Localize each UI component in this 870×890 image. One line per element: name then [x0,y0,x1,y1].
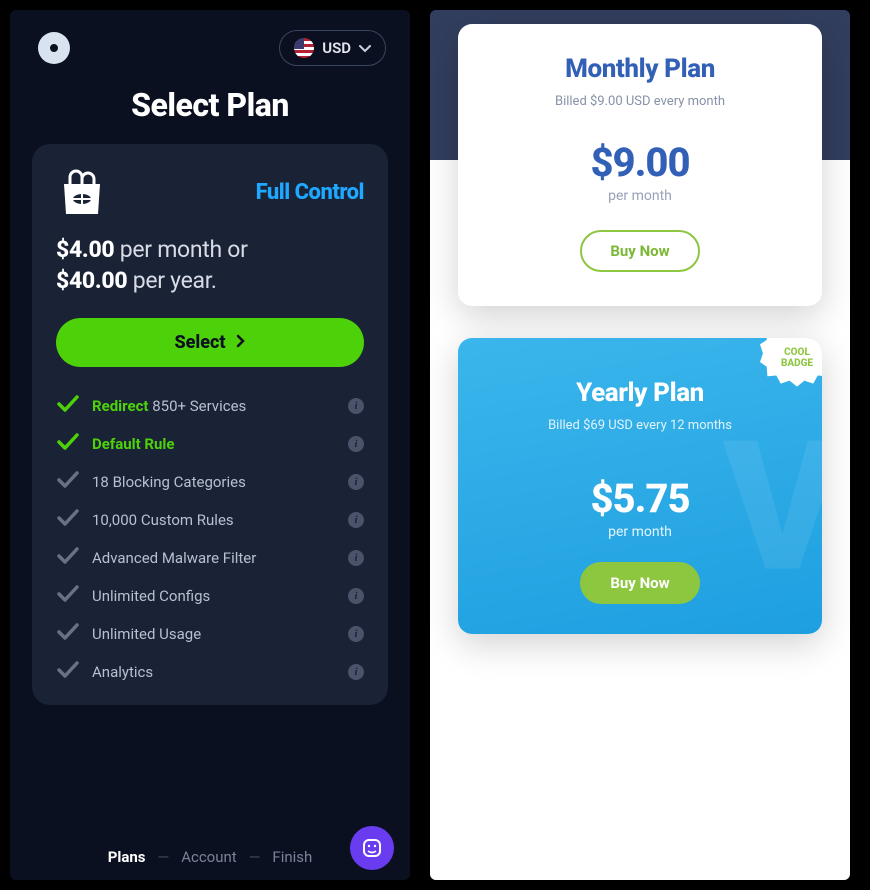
yearly-title: Yearly Plan [482,378,798,408]
features-list: Redirect 850+ ServicesiDefault Rulei18 B… [56,387,364,691]
feature-text: 18 Blocking Categories [92,473,336,491]
per-month-text: per month or [120,236,248,263]
info-icon[interactable]: i [348,550,364,566]
monthly-subtitle: Billed $9.00 USD every month [482,94,798,109]
check-icon [56,394,80,418]
shopping-bag-icon [56,168,108,216]
feature-row: Redirect 850+ Services i [56,387,364,425]
feature-row: Analytics i [56,653,364,691]
check-icon [56,508,80,532]
feature-text: Analytics [92,663,336,681]
info-icon[interactable]: i [348,512,364,528]
check-icon [56,546,80,570]
select-plan-button[interactable]: Select [56,318,364,367]
feature-row: Advanced Malware Filter i [56,539,364,577]
feature-row: Unlimited Usage i [56,615,364,653]
feature-row: 10,000 Custom Rules i [56,501,364,539]
app-logo [34,28,74,68]
plan-selector-panel: USD Select Plan Full Control $4.00 [10,10,410,880]
step-plans[interactable]: Plans [108,848,146,866]
yearly-price: $5.75 [482,475,798,522]
feature-text: Redirect 850+ Services [92,397,336,415]
info-icon[interactable]: i [348,664,364,680]
info-icon[interactable]: i [348,588,364,604]
plan-card: Full Control $4.00 per month or $40.00 p… [32,144,388,705]
feature-row: 18 Blocking Categories i [56,463,364,501]
currency-label: USD [322,39,351,57]
check-icon [56,432,80,456]
feature-text: 10,000 Custom Rules [92,511,336,529]
us-flag-icon [294,38,314,58]
step-finish[interactable]: Finish [272,848,312,866]
monthly-price: $9.00 [482,139,798,186]
monthly-title: Monthly Plan [482,54,798,84]
check-icon [56,584,80,608]
feature-text: Default Rule [92,435,336,453]
feature-row: Unlimited Configs i [56,577,364,615]
yearly-price: $40.00 [56,267,127,294]
info-icon[interactable]: i [348,474,364,490]
check-icon [56,622,80,646]
info-icon[interactable]: i [348,398,364,414]
yearly-plan-card: V COOL BADGE Yearly Plan Billed $69 USD … [458,338,822,634]
yearly-per: per month [482,524,798,540]
left-header: USD [10,10,410,78]
page-title: Select Plan [10,86,410,124]
yearly-subtitle: Billed $69 USD every 12 months [482,418,798,433]
buy-monthly-button[interactable]: Buy Now [580,230,699,272]
per-year-text: per year. [133,267,217,294]
support-fab[interactable] [350,826,394,870]
chevron-right-icon [236,332,246,353]
select-label: Select [174,332,225,353]
monthly-price: $4.00 [56,236,114,263]
check-icon [56,660,80,684]
buy-yearly-button[interactable]: Buy Now [580,562,699,604]
monthly-per: per month [482,188,798,204]
step-account[interactable]: Account [181,848,237,866]
check-icon [56,470,80,494]
checkout-steps: Plans — Account — Finish [10,834,410,880]
feature-row: Default Rule i [56,425,364,463]
info-icon[interactable]: i [348,626,364,642]
chevron-down-icon [359,39,371,57]
feature-text: Advanced Malware Filter [92,549,336,567]
feature-text: Unlimited Configs [92,587,336,605]
plan-price: $4.00 per month or $40.00 per year. [56,234,364,296]
monthly-plan-card: Monthly Plan Billed $9.00 USD every mont… [458,24,822,306]
info-icon[interactable]: i [348,436,364,452]
plan-name: Full Control [256,180,364,205]
pricing-cards-panel: Monthly Plan Billed $9.00 USD every mont… [430,10,850,880]
currency-selector[interactable]: USD [279,30,386,66]
feature-text: Unlimited Usage [92,625,336,643]
plan-card-header: Full Control [56,168,364,216]
